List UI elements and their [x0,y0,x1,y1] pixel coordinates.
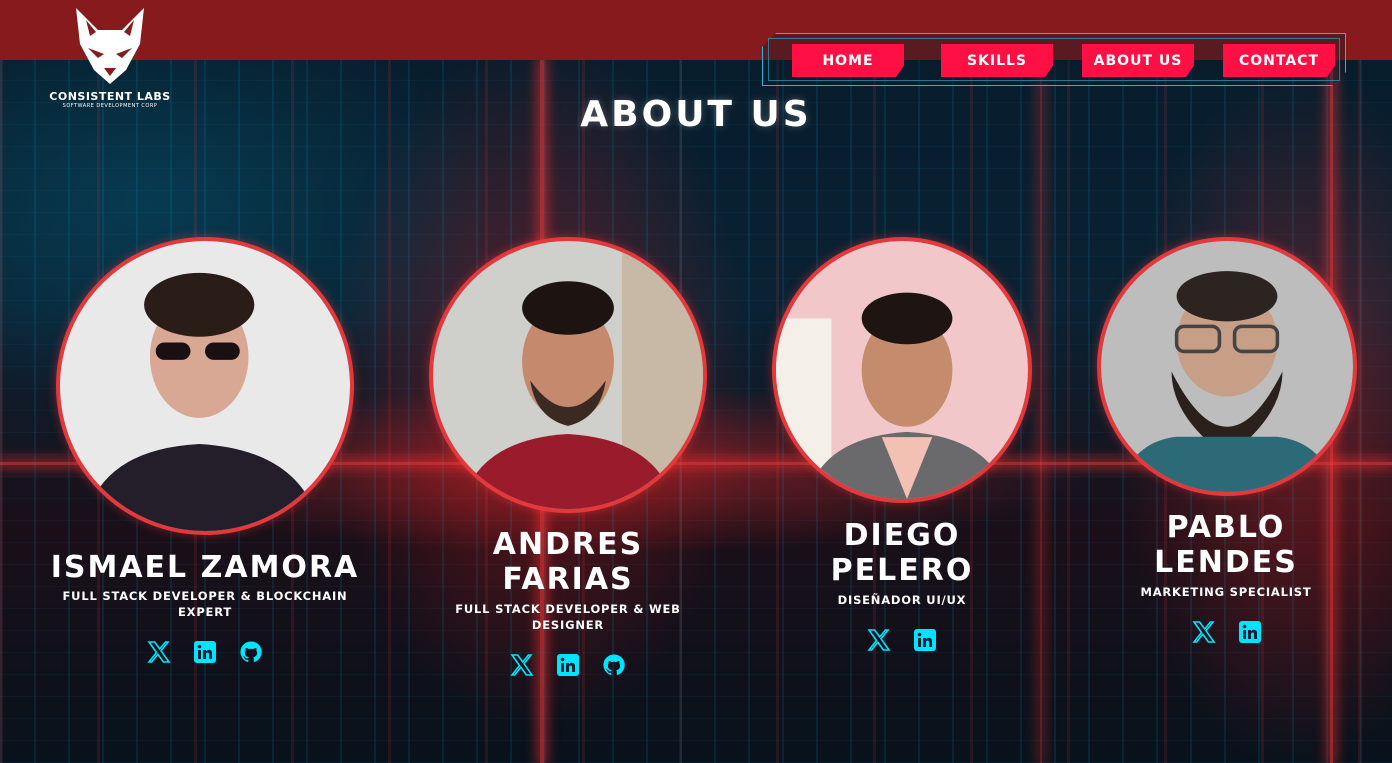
nav-skills-button[interactable]: SKILLS [941,44,1053,77]
portrait-image [776,241,1028,499]
social-links [509,652,627,678]
portrait-image [60,241,350,531]
member-name: ANDRES FARIAS [492,527,644,597]
member-role: FULL STACK DEVELOPER & WEB DESIGNER [455,602,681,632]
page-title: ABOUT US [580,94,812,135]
social-links [146,639,264,665]
nav-home-button[interactable]: HOME [792,44,904,77]
github-icon[interactable] [238,639,264,665]
linkedin-icon[interactable] [1237,619,1263,645]
member-role: FULL STACK DEVELOPER & BLOCKCHAIN EXPERT [62,589,348,619]
nav-contact-button[interactable]: CONTACT [1223,44,1335,77]
portrait-image [433,241,703,509]
wolf-logo-icon [76,8,144,84]
social-links [866,627,938,653]
github-icon[interactable] [601,652,627,678]
nav-about-button[interactable]: ABOUT US [1082,44,1194,77]
linkedin-icon[interactable] [555,652,581,678]
member-photo [56,237,354,535]
member-photo [772,237,1032,503]
member-photo [429,237,707,513]
x-icon[interactable] [866,627,892,653]
member-name: PABLO LENDES [1154,510,1298,580]
member-name: DIEGO PELERO [830,518,974,588]
x-icon[interactable] [509,652,535,678]
linkedin-icon[interactable] [912,627,938,653]
linkedin-icon[interactable] [192,639,218,665]
member-photo [1097,237,1357,496]
x-icon[interactable] [146,639,172,665]
member-name: ISMAEL ZAMORA [50,550,360,585]
social-links [1191,619,1263,645]
x-icon[interactable] [1191,619,1217,645]
background-beam [1040,60,1042,763]
portrait-image [1101,241,1353,492]
member-role: MARKETING SPECIALIST [1140,585,1312,599]
member-role: DISEñADOR UI/UX [837,593,967,607]
